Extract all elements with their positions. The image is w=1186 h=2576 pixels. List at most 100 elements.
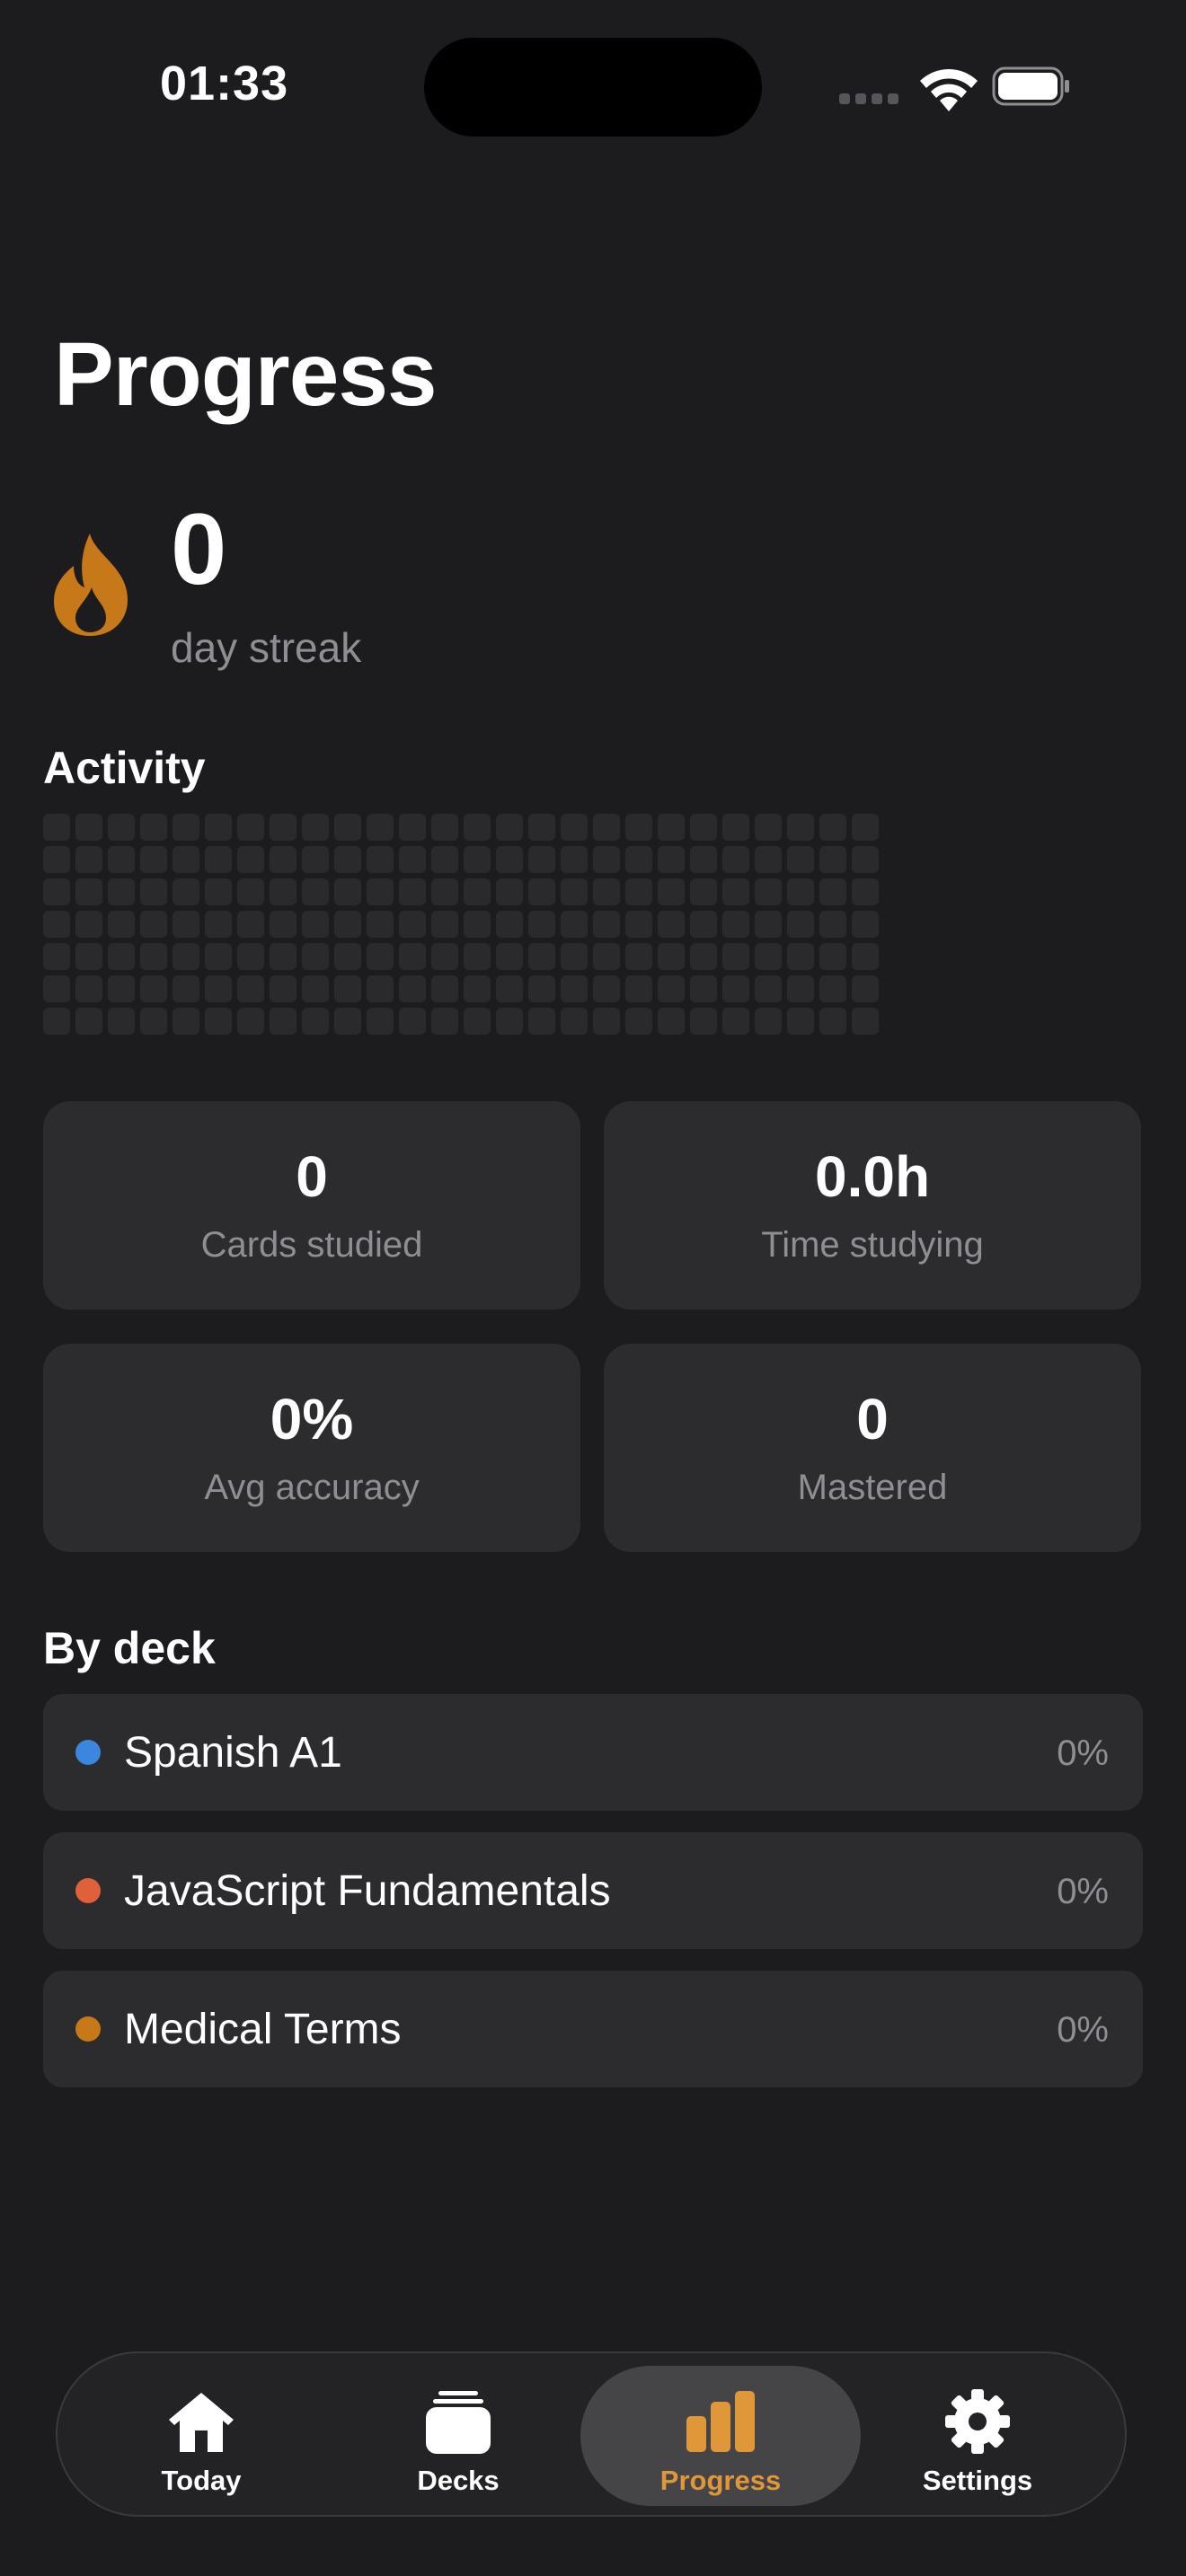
activity-cell	[302, 943, 329, 970]
gear-icon	[945, 2389, 1010, 2454]
activity-cell	[690, 878, 717, 905]
activity-cell	[302, 878, 329, 905]
activity-cell	[819, 943, 846, 970]
activity-cell	[528, 943, 555, 970]
activity-cell	[755, 911, 782, 938]
tab-decks[interactable]: Decks	[318, 2366, 598, 2506]
activity-cell	[593, 878, 620, 905]
deck-percent: 0%	[1057, 1872, 1109, 1911]
activity-cell	[43, 1008, 70, 1035]
activity-cell	[173, 1008, 199, 1035]
activity-cell	[431, 1008, 458, 1035]
activity-cell	[270, 943, 296, 970]
activity-cell	[625, 846, 652, 873]
activity-cell	[302, 975, 329, 1002]
activity-cell	[43, 911, 70, 938]
stat-card-time-studying: 0.0h Time studying	[604, 1101, 1141, 1310]
activity-cell	[399, 878, 426, 905]
deck-row-javascript-fundamentals[interactable]: JavaScript Fundamentals 0%	[43, 1832, 1143, 1949]
status-time: 01:33	[160, 57, 289, 110]
activity-cell	[140, 911, 167, 938]
activity-cell	[625, 943, 652, 970]
activity-cell	[334, 814, 361, 841]
activity-cell	[528, 878, 555, 905]
activity-cell	[755, 814, 782, 841]
activity-cell	[561, 943, 588, 970]
activity-cell	[819, 975, 846, 1002]
activity-cell	[528, 846, 555, 873]
activity-cell	[140, 975, 167, 1002]
stat-value: 0.0h	[814, 1144, 931, 1209]
activity-cell	[464, 975, 491, 1002]
activity-cell	[755, 975, 782, 1002]
activity-cell	[43, 878, 70, 905]
activity-cell	[496, 975, 523, 1002]
by-deck-title: By deck	[43, 1623, 216, 1673]
activity-cell	[140, 814, 167, 841]
stack-icon	[426, 2391, 491, 2454]
activity-cell	[367, 1008, 394, 1035]
activity-cell	[205, 846, 232, 873]
activity-cell	[43, 975, 70, 1002]
activity-cell	[75, 911, 102, 938]
deck-name: JavaScript Fundamentals	[124, 1867, 611, 1915]
activity-cell	[593, 911, 620, 938]
activity-cell	[496, 943, 523, 970]
activity-cell	[108, 846, 135, 873]
activity-cell	[561, 814, 588, 841]
activity-cell	[787, 814, 814, 841]
activity-cell	[787, 878, 814, 905]
activity-cell	[205, 878, 232, 905]
activity-cell	[75, 1008, 102, 1035]
streak-label: day streak	[171, 624, 362, 671]
activity-cell	[399, 911, 426, 938]
deck-row-spanish-a1[interactable]: Spanish A1 0%	[43, 1694, 1143, 1811]
activity-cell	[173, 943, 199, 970]
tab-progress[interactable]: Progress	[580, 2366, 861, 2506]
activity-cell	[722, 1008, 749, 1035]
activity-cell	[334, 911, 361, 938]
activity-cell	[270, 911, 296, 938]
tab-today[interactable]: Today	[61, 2366, 341, 2506]
dynamic-island	[424, 38, 762, 137]
deck-color-dot	[75, 1878, 101, 1903]
activity-cell	[722, 814, 749, 841]
activity-cell	[561, 975, 588, 1002]
activity-cell	[690, 975, 717, 1002]
activity-cell	[722, 975, 749, 1002]
deck-name: Medical Terms	[124, 2006, 402, 2053]
activity-cell	[528, 911, 555, 938]
stat-card-mastered: 0 Mastered	[604, 1344, 1141, 1552]
activity-cell	[722, 943, 749, 970]
streak-count: 0	[171, 493, 227, 605]
activity-cell	[140, 1008, 167, 1035]
activity-cell	[528, 975, 555, 1002]
activity-cell	[852, 911, 879, 938]
activity-cell	[108, 814, 135, 841]
activity-cell	[431, 878, 458, 905]
activity-cell	[270, 878, 296, 905]
activity-cell	[755, 943, 782, 970]
stat-label: Cards studied	[200, 1225, 423, 1265]
tab-label: Progress	[659, 2465, 782, 2496]
activity-cell	[75, 975, 102, 1002]
activity-cell	[173, 911, 199, 938]
activity-cell	[787, 1008, 814, 1035]
activity-cell	[205, 814, 232, 841]
tab-label: Decks	[417, 2465, 500, 2496]
activity-cell	[173, 814, 199, 841]
activity-cell	[787, 975, 814, 1002]
activity-cell	[108, 878, 135, 905]
activity-cell	[658, 975, 685, 1002]
activity-cell	[852, 943, 879, 970]
activity-cell	[367, 878, 394, 905]
activity-cell	[496, 1008, 523, 1035]
deck-color-dot	[75, 1740, 101, 1765]
activity-cell	[658, 814, 685, 841]
activity-cell	[43, 943, 70, 970]
activity-cell	[561, 1008, 588, 1035]
deck-row-medical-terms[interactable]: Medical Terms 0%	[43, 1971, 1143, 2087]
activity-cell	[787, 943, 814, 970]
activity-cell	[399, 814, 426, 841]
tab-settings[interactable]: Settings	[837, 2366, 1118, 2506]
